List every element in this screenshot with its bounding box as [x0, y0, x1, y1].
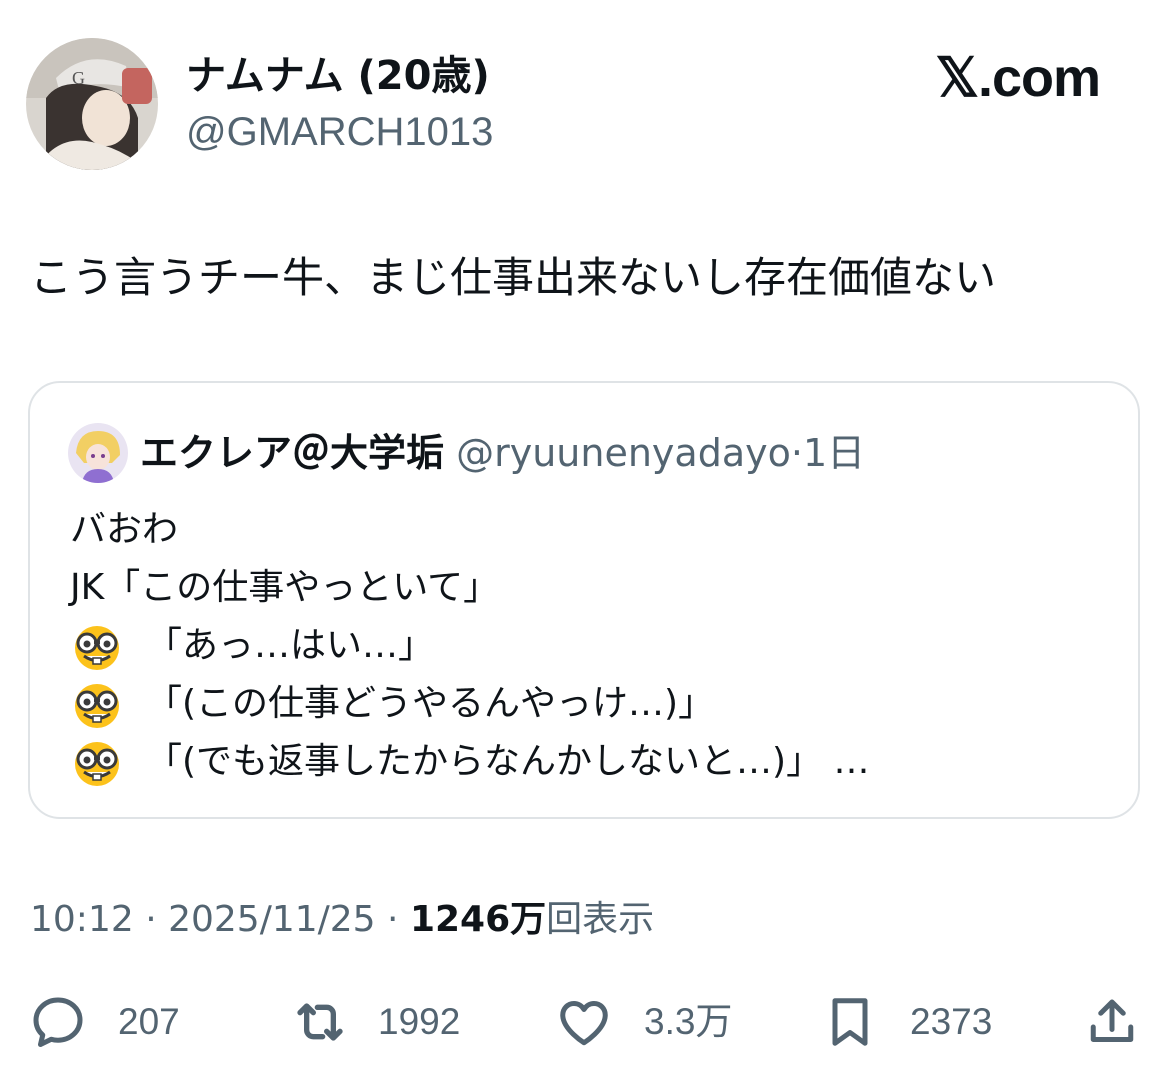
tweet-meta: 10:12 · 2025/11/25 · 1246万回表示 [30, 896, 654, 944]
quoted-line: JK「この仕事やっといて」 [70, 559, 870, 617]
quoted-line-text: 「(でも返事したからなんかしないと…)」 … [146, 741, 870, 782]
retweet-count: 1992 [378, 1001, 461, 1042]
quoted-line-text: 「(この仕事どうやるんやっけ…)」 [146, 683, 715, 724]
nerd-face-emoji-icon [70, 681, 124, 729]
tweet-text: こう言うチー牛、まじ仕事出来ないし存在価値ない [30, 253, 997, 302]
nerd-face-emoji-icon [70, 739, 124, 787]
bookmark-button[interactable]: 2373 [820, 990, 992, 1054]
author-avatar[interactable]: G [26, 38, 158, 170]
tweet-date[interactable]: 2025/11/25 [168, 899, 376, 940]
nerd-face-emoji-icon [70, 623, 124, 671]
quoted-line: 「(でも返事したからなんかしないと…)」 … [70, 733, 870, 791]
quoted-tweet[interactable]: エクレア＠大学垢 @ryuunenyadayo·1日 バおわ JK「この仕事やっ… [28, 381, 1140, 819]
tweet-time[interactable]: 10:12 [30, 899, 134, 940]
like-button[interactable]: 3.3万 [554, 990, 732, 1054]
meta-separator: · [375, 899, 410, 940]
quoted-line-text: バおわ [70, 509, 179, 550]
quoted-separator: · [790, 431, 803, 475]
views-count: 1246万 [409, 899, 547, 940]
action-bar: 207 1992 3.3万 2373 [0, 990, 1170, 1054]
quoted-line-text: 「あっ…はい…」 [146, 625, 435, 666]
quoted-header: エクレア＠大学垢 @ryuunenyadayo·1日 [140, 427, 865, 479]
quoted-line: 「(この仕事どうやるんやっけ…)」 [70, 675, 870, 733]
x-logo: 𝕏.com [935, 48, 1101, 108]
quoted-author-avatar[interactable] [68, 423, 128, 483]
quoted-line: バおわ [70, 501, 870, 559]
quoted-line: 「あっ…はい…」 [70, 617, 870, 675]
author-handle[interactable]: @GMARCH1013 [186, 106, 493, 158]
share-icon [1090, 999, 1134, 1042]
retweet-icon [297, 1003, 343, 1041]
retweet-button[interactable]: 1992 [288, 990, 460, 1054]
views-label: 回表示 [546, 899, 655, 940]
quoted-author-handle[interactable]: @ryuunenyadayo [456, 431, 791, 475]
quoted-text: バおわ JK「この仕事やっといて」 「あっ…はい…」 「(この仕事どうやるんやっ… [70, 501, 870, 791]
reply-icon [33, 997, 83, 1047]
reply-count: 207 [118, 1001, 180, 1042]
quoted-author-name[interactable]: エクレア＠大学垢 [140, 431, 444, 475]
like-count: 3.3万 [644, 1001, 733, 1042]
quoted-line-text: JK「この仕事やっといて」 [70, 567, 500, 608]
reply-button[interactable]: 207 [28, 990, 180, 1054]
heart-icon [560, 1001, 608, 1046]
share-button[interactable] [1082, 990, 1142, 1054]
bookmark-count: 2373 [910, 1001, 993, 1042]
bookmark-icon [832, 998, 868, 1046]
author-name[interactable]: ナムナム (20歳) [186, 50, 490, 102]
quoted-timestamp[interactable]: 1日 [803, 431, 865, 475]
meta-separator: · [133, 899, 169, 940]
